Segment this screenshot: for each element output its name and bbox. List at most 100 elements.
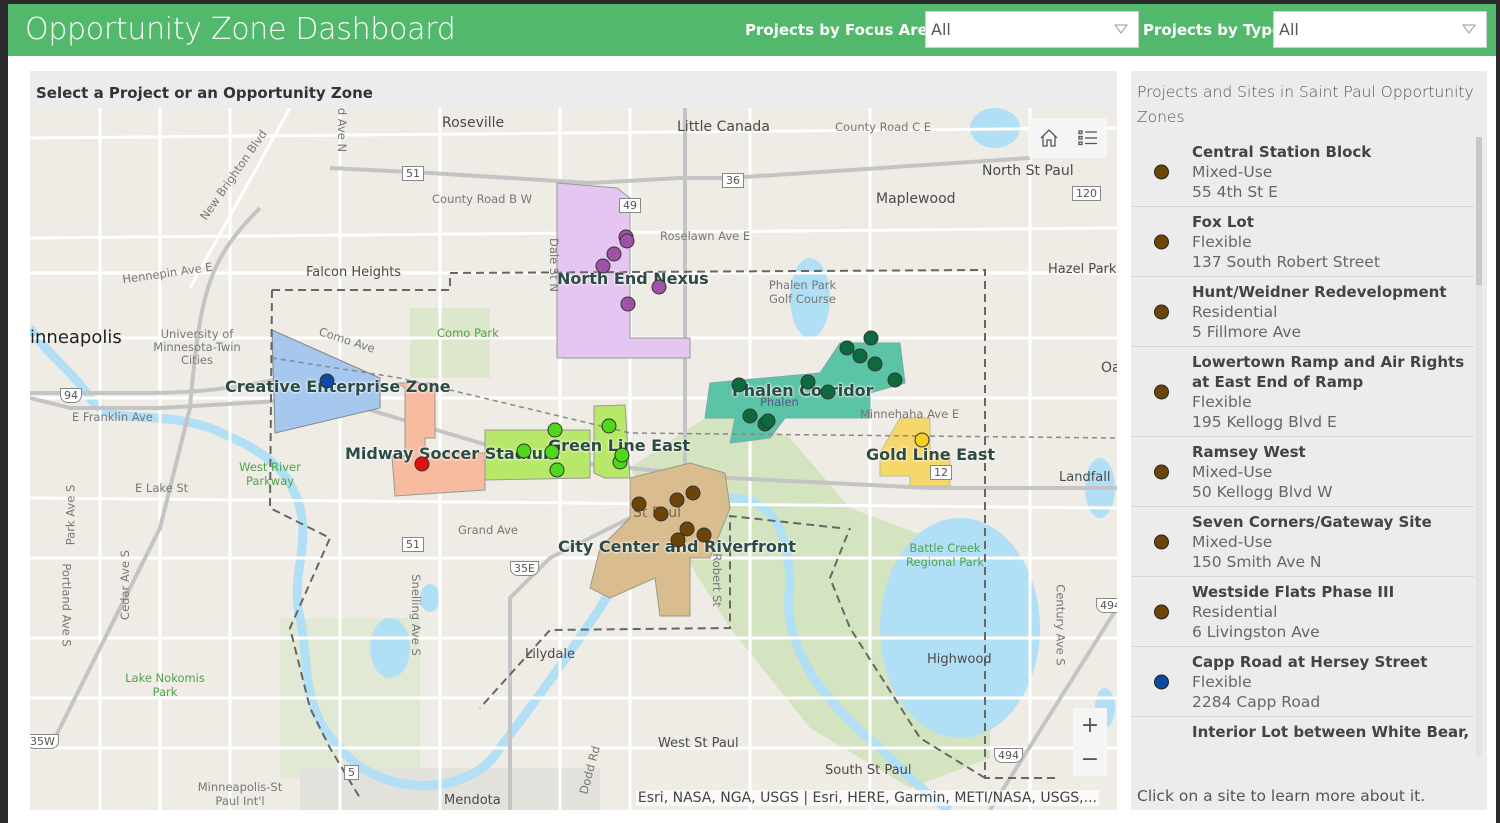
project-dot-icon xyxy=(1154,464,1169,479)
map-label-road: County Road B W xyxy=(432,192,533,206)
list-item[interactable]: Lowertown Ramp and Air Rights at East En… xyxy=(1131,347,1474,437)
list-item[interactable]: Capp Road at Hersey Street Flexible 2284 C… xyxy=(1131,647,1474,717)
focus-area-select[interactable]: All xyxy=(925,11,1139,48)
list-footer-hint: Click on a site to learn more about it. xyxy=(1137,783,1477,805)
project-point-city-center[interactable] xyxy=(696,527,712,543)
zone-label[interactable]: North End Nexus xyxy=(557,269,709,288)
project-point-city-center[interactable] xyxy=(631,496,647,512)
legend-button[interactable] xyxy=(1074,124,1102,152)
project-point-phalen[interactable] xyxy=(731,377,747,393)
list-item[interactable]: Fox Lot Flexible 137 South Robert Street xyxy=(1131,207,1474,277)
type-select[interactable]: All xyxy=(1273,11,1487,48)
home-button[interactable] xyxy=(1035,124,1063,152)
project-point-gold-line[interactable] xyxy=(914,432,930,448)
project-point-phalen[interactable] xyxy=(820,384,836,400)
project-point-green-line[interactable] xyxy=(547,422,563,438)
list-item[interactable]: Interior Lot between White Bear, xyxy=(1131,717,1474,746)
project-name: Lowertown Ramp and Air Rights at East En… xyxy=(1192,353,1465,391)
list-item[interactable]: Seven Corners/Gateway Site Mixed-Use 150 S… xyxy=(1131,507,1474,577)
project-point-north-end[interactable] xyxy=(651,279,667,295)
list-item[interactable]: Westside Flats Phase III Residential 6 Liv… xyxy=(1131,577,1474,647)
project-type: Mixed-Use xyxy=(1192,463,1273,481)
list-item[interactable]: Hunt/Weidner Redevelopment Residential 5 F… xyxy=(1131,277,1474,347)
project-dot-icon xyxy=(1154,304,1169,319)
map-label-city: Hazel Park xyxy=(1048,262,1117,277)
project-point-green-line[interactable] xyxy=(544,444,560,460)
project-point-city-center[interactable] xyxy=(669,492,685,508)
interstate-shield: 35W xyxy=(30,734,59,749)
project-name: Capp Road at Hersey Street xyxy=(1192,653,1428,671)
project-point-city-center[interactable] xyxy=(670,532,686,548)
home-icon xyxy=(1040,129,1057,147)
list-scrollbar[interactable] xyxy=(1476,137,1482,757)
project-point-phalen[interactable] xyxy=(867,356,883,372)
project-address: 2284 Capp Road xyxy=(1192,693,1321,711)
list-item[interactable]: Central Station Block Mixed-Use 55 4th St … xyxy=(1131,137,1474,207)
project-address: 55 4th St E xyxy=(1192,183,1278,201)
project-point-green-line[interactable] xyxy=(516,443,532,459)
map-label-road: Snelling Ave S xyxy=(408,574,423,656)
list-panel-title: Projects and Sites in Saint Paul Opportu… xyxy=(1137,83,1474,126)
project-address: 50 Kellogg Blvd W xyxy=(1192,483,1333,501)
map-label-city: Highwood xyxy=(927,652,992,667)
map-label-city: Landfall xyxy=(1059,470,1111,485)
map-label-airport: Minneapolis-St Paul Int'l xyxy=(197,780,283,808)
project-name: Fox Lot xyxy=(1192,213,1254,231)
project-point-green-line[interactable] xyxy=(614,447,630,463)
map-toolbar xyxy=(1029,118,1107,158)
project-point-phalen[interactable] xyxy=(760,413,776,429)
project-name: Interior Lot between White Bear, xyxy=(1192,723,1470,741)
project-dot-icon xyxy=(1154,674,1169,689)
zoom-out-button[interactable]: − xyxy=(1073,742,1107,776)
project-type: Mixed-Use xyxy=(1192,533,1273,551)
map-label-park: Phalen Park Golf Course xyxy=(768,278,837,306)
map-view[interactable]: Roseville Little Canada Maplewood North … xyxy=(30,108,1117,810)
zone-label[interactable]: Gold Line East xyxy=(866,445,995,464)
project-point-north-end[interactable] xyxy=(595,258,611,274)
project-address: 195 Kellogg Blvd E xyxy=(1192,413,1337,431)
map-label-road: Grand Ave xyxy=(458,523,519,537)
map-label-park: Como Park xyxy=(437,326,499,340)
scroll-thumb[interactable] xyxy=(1476,137,1482,285)
map-label-park: West River Parkway xyxy=(239,460,301,488)
project-point-city-center[interactable] xyxy=(685,485,701,501)
map-label-road: d Ave N xyxy=(335,108,350,153)
project-point-phalen[interactable] xyxy=(852,348,868,364)
project-name: Westside Flats Phase III xyxy=(1192,583,1395,601)
list-item[interactable]: Ramsey West Mixed-Use 50 Kellogg Blvd W xyxy=(1131,437,1474,507)
project-point-green-line[interactable] xyxy=(549,462,565,478)
project-list-panel: Projects and Sites in Saint Paul Opportu… xyxy=(1131,71,1487,810)
project-point-phalen[interactable] xyxy=(742,408,758,424)
project-name: Central Station Block xyxy=(1192,143,1372,161)
project-name: Hunt/Weidner Redevelopment xyxy=(1192,283,1447,301)
project-dot-icon xyxy=(1154,534,1169,549)
highway-shield: 5 xyxy=(344,765,359,780)
lake xyxy=(370,618,410,678)
map-label-city: inneapolis xyxy=(30,327,122,348)
project-point-phalen[interactable] xyxy=(887,372,903,388)
map-label-place: University of Minnesota-Twin Cities xyxy=(153,327,241,367)
project-point-phalen[interactable] xyxy=(800,374,816,390)
map-label-road: County Road C E xyxy=(835,120,932,134)
project-list: Central Station Block Mixed-Use 55 4th St … xyxy=(1131,137,1474,757)
map-label-road: E Franklin Ave xyxy=(72,410,153,424)
map-label-city: Maplewood xyxy=(876,191,956,207)
map-label-city: Falcon Heights xyxy=(306,265,402,280)
project-point-midway[interactable] xyxy=(414,456,430,472)
project-point-north-end[interactable] xyxy=(620,296,636,312)
zone-label[interactable]: Creative Enterprise Zone xyxy=(225,377,451,396)
map-label-road: Cedar Ave S xyxy=(117,550,132,620)
map-panel: Select a Project or an Opportunity Zone xyxy=(30,71,1117,810)
project-type: Residential xyxy=(1192,303,1278,321)
project-point-green-line[interactable] xyxy=(601,418,617,434)
highway-shield: 120 xyxy=(1072,186,1101,201)
project-point-city-center[interactable] xyxy=(653,506,669,522)
project-point-phalen[interactable] xyxy=(863,330,879,346)
map-panel-title: Select a Project or an Opportunity Zone xyxy=(36,84,373,102)
map-attribution[interactable]: Esri, NASA, NGA, USGS | Esri, HERE, Garm… xyxy=(635,790,1099,806)
zoom-in-button[interactable]: + xyxy=(1073,708,1107,742)
focus-area-select-value: All xyxy=(931,20,951,39)
project-point-north-end[interactable] xyxy=(606,246,622,262)
project-point-creative[interactable] xyxy=(319,373,335,389)
project-point-north-end[interactable] xyxy=(619,233,635,249)
